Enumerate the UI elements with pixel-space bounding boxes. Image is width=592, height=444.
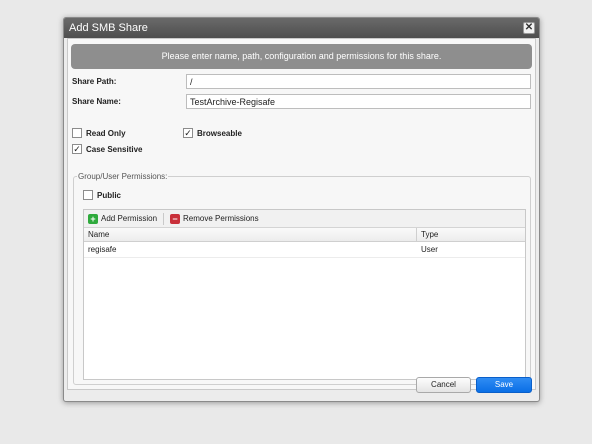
dialog-titlebar[interactable]: Add SMB Share ✕ [64,18,539,38]
add-permission-label: Add Permission [101,214,158,223]
case-sensitive-label: Case Sensitive [86,144,143,154]
add-smb-share-dialog: Add SMB Share ✕ Please enter name, path,… [63,17,540,402]
instruction-banner: Please enter name, path, configuration a… [71,44,532,69]
read-only-option[interactable]: Read Only [72,128,126,138]
share-path-label: Share Path: [72,77,117,86]
table-row[interactable]: regisafe User [84,242,525,258]
column-header-name[interactable]: Name [84,228,417,241]
add-permission-button[interactable]: + Add Permission [88,213,158,224]
remove-permissions-label: Remove Permissions [183,214,259,223]
case-sensitive-checkbox[interactable]: ✓ [72,144,82,154]
browseable-checkbox[interactable]: ✓ [183,128,193,138]
share-name-label: Share Name: [72,97,121,106]
browseable-label: Browseable [197,128,242,138]
minus-icon: − [170,213,181,224]
public-label: Public [97,190,122,200]
permissions-fieldset: Group/User Permissions: Public + Add Per… [73,172,531,385]
share-name-input[interactable] [186,94,531,109]
column-header-type[interactable]: Type [417,228,525,241]
dialog-body: Please enter name, path, configuration a… [67,38,536,390]
plus-icon: + [88,213,98,224]
case-sensitive-option[interactable]: ✓ Case Sensitive [72,144,142,154]
share-path-input[interactable] [186,74,531,89]
grid-header: Name Type [84,228,525,242]
remove-permissions-button[interactable]: − Remove Permissions [170,213,259,224]
permissions-grid: + Add Permission − Remove Permissions Na… [83,209,526,380]
permissions-toolbar: + Add Permission − Remove Permissions [84,210,525,228]
cancel-button[interactable]: Cancel [416,377,471,393]
save-button[interactable]: Save [476,377,532,393]
cell-name: regisafe [88,245,117,254]
public-checkbox[interactable] [83,190,93,200]
public-option[interactable]: Public [83,190,121,200]
read-only-checkbox[interactable] [72,128,82,138]
read-only-label: Read Only [86,128,126,138]
close-icon[interactable]: ✕ [523,22,535,34]
browseable-option[interactable]: ✓ Browseable [183,128,242,138]
dialog-title: Add SMB Share [69,22,148,34]
toolbar-divider [163,212,165,225]
permissions-legend: Group/User Permissions: [77,172,169,181]
cell-type: User [421,245,438,254]
